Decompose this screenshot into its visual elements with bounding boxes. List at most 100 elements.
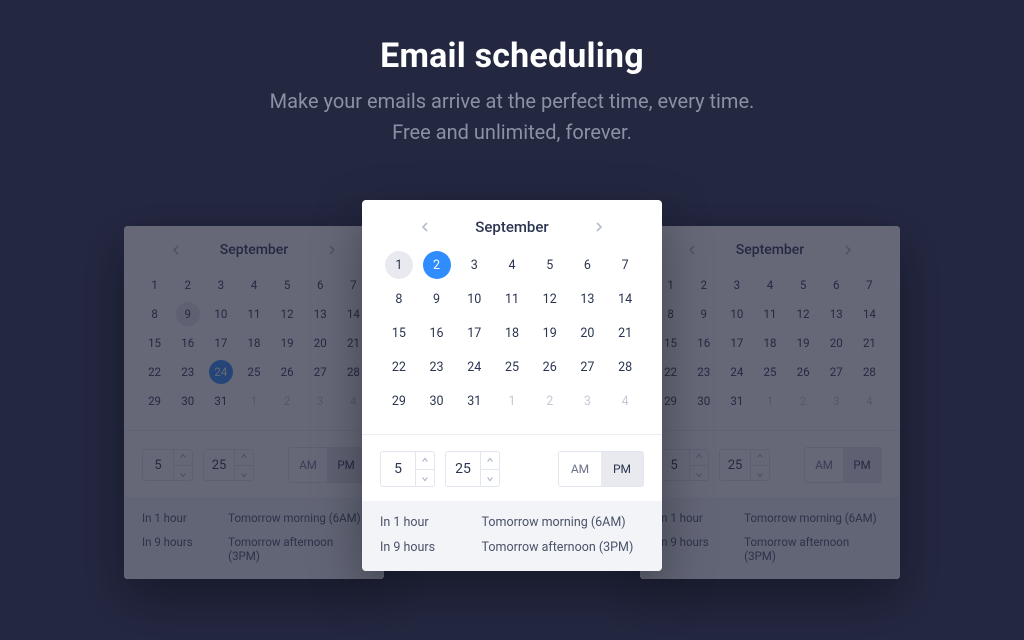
- calendar-day[interactable]: 1: [508, 386, 515, 416]
- calendar-day[interactable]: 3: [833, 388, 839, 414]
- chevron-left-icon[interactable]: [168, 242, 184, 258]
- calendar-day[interactable]: 28: [863, 359, 876, 385]
- quick-tomorrow-afternoon[interactable]: Tomorrow afternoon (3PM): [228, 535, 366, 563]
- calendar-day[interactable]: 7: [350, 272, 356, 298]
- calendar-day[interactable]: 2: [423, 251, 451, 279]
- calendar-day[interactable]: 25: [505, 352, 519, 382]
- calendar-day[interactable]: 7: [866, 272, 872, 298]
- caret-down-icon[interactable]: [174, 465, 192, 481]
- caret-down-icon[interactable]: [416, 469, 434, 487]
- quick-in-9-hours[interactable]: In 9 hours: [380, 540, 482, 555]
- calendar-day[interactable]: 28: [618, 352, 632, 382]
- calendar-day[interactable]: 28: [347, 359, 360, 385]
- calendar-day[interactable]: 5: [546, 250, 553, 280]
- caret-up-icon[interactable]: [416, 451, 434, 469]
- chevron-right-icon[interactable]: [591, 219, 607, 235]
- calendar-day[interactable]: 3: [734, 272, 740, 298]
- hour-stepper[interactable]: 5: [658, 449, 709, 481]
- caret-down-icon[interactable]: [235, 465, 253, 481]
- calendar-day[interactable]: 7: [622, 250, 629, 280]
- calendar-day[interactable]: 16: [697, 330, 710, 356]
- calendar-day[interactable]: 25: [764, 359, 777, 385]
- quick-tomorrow-morning[interactable]: Tomorrow morning (6AM): [744, 511, 882, 525]
- minute-stepper[interactable]: 25: [719, 449, 770, 481]
- calendar-day[interactable]: 2: [700, 272, 706, 298]
- am-button[interactable]: AM: [289, 448, 327, 482]
- calendar-day[interactable]: 10: [467, 284, 481, 314]
- calendar-day[interactable]: 19: [543, 318, 557, 348]
- calendar-day[interactable]: 9: [700, 301, 706, 327]
- calendar-day[interactable]: 24: [209, 360, 233, 384]
- calendar-day[interactable]: 6: [584, 250, 591, 280]
- calendar-day[interactable]: 11: [505, 284, 519, 314]
- calendar-day[interactable]: 2: [284, 388, 290, 414]
- calendar-day[interactable]: 14: [863, 301, 876, 327]
- calendar-day[interactable]: 23: [430, 352, 444, 382]
- quick-in-1-hour[interactable]: In 1 hour: [658, 511, 744, 525]
- calendar-day[interactable]: 21: [863, 330, 876, 356]
- calendar-day[interactable]: 4: [767, 272, 773, 298]
- calendar-day[interactable]: 22: [664, 359, 677, 385]
- calendar-day[interactable]: 26: [797, 359, 810, 385]
- hour-stepper[interactable]: 5: [142, 449, 193, 481]
- calendar-day[interactable]: 4: [508, 250, 515, 280]
- caret-up-icon[interactable]: [235, 449, 253, 465]
- calendar-day[interactable]: 19: [797, 330, 810, 356]
- quick-in-9-hours[interactable]: In 9 hours: [658, 535, 744, 563]
- caret-up-icon[interactable]: [690, 449, 708, 465]
- calendar-day[interactable]: 1: [251, 388, 257, 414]
- calendar-day[interactable]: 31: [730, 388, 743, 414]
- calendar-day[interactable]: 8: [395, 284, 402, 314]
- calendar-day[interactable]: 3: [218, 272, 224, 298]
- calendar-day[interactable]: 29: [392, 386, 406, 416]
- calendar-day[interactable]: 25: [248, 359, 261, 385]
- calendar-day[interactable]: 11: [248, 301, 261, 327]
- calendar-day[interactable]: 18: [248, 330, 261, 356]
- caret-down-icon[interactable]: [481, 469, 499, 487]
- quick-in-1-hour[interactable]: In 1 hour: [380, 515, 482, 530]
- calendar-day[interactable]: 4: [251, 272, 257, 298]
- calendar-day[interactable]: 5: [284, 272, 290, 298]
- caret-up-icon[interactable]: [481, 451, 499, 469]
- calendar-day[interactable]: 30: [181, 388, 194, 414]
- caret-down-icon[interactable]: [751, 465, 769, 481]
- calendar-day[interactable]: 1: [385, 251, 413, 279]
- am-button[interactable]: AM: [559, 452, 601, 486]
- calendar-day[interactable]: 3: [584, 386, 591, 416]
- chevron-left-icon[interactable]: [417, 219, 433, 235]
- calendar-day[interactable]: 12: [797, 301, 810, 327]
- calendar-day[interactable]: 29: [664, 388, 677, 414]
- calendar-day[interactable]: 13: [314, 301, 327, 327]
- calendar-day[interactable]: 23: [697, 359, 710, 385]
- quick-tomorrow-morning[interactable]: Tomorrow morning (6AM): [482, 515, 644, 530]
- minute-stepper[interactable]: 25: [203, 449, 254, 481]
- calendar-day[interactable]: 21: [618, 318, 632, 348]
- calendar-day[interactable]: 29: [148, 388, 161, 414]
- calendar-day[interactable]: 1: [151, 272, 157, 298]
- calendar-day[interactable]: 24: [730, 359, 743, 385]
- calendar-day[interactable]: 20: [580, 318, 594, 348]
- chevron-right-icon[interactable]: [840, 242, 856, 258]
- calendar-day[interactable]: 18: [764, 330, 777, 356]
- calendar-day[interactable]: 19: [281, 330, 294, 356]
- calendar-day[interactable]: 16: [430, 318, 444, 348]
- calendar-day[interactable]: 2: [184, 272, 190, 298]
- calendar-day[interactable]: 16: [181, 330, 194, 356]
- ampm-toggle[interactable]: AM PM: [804, 447, 882, 483]
- calendar-day[interactable]: 11: [764, 301, 777, 327]
- calendar-day[interactable]: 8: [667, 301, 673, 327]
- calendar-day[interactable]: 30: [697, 388, 710, 414]
- calendar-day[interactable]: 6: [317, 272, 323, 298]
- calendar-day[interactable]: 23: [181, 359, 194, 385]
- calendar-day[interactable]: 14: [618, 284, 632, 314]
- calendar-day[interactable]: 26: [281, 359, 294, 385]
- caret-up-icon[interactable]: [174, 449, 192, 465]
- calendar-day[interactable]: 30: [430, 386, 444, 416]
- calendar-day[interactable]: 8: [151, 301, 157, 327]
- calendar-day[interactable]: 3: [317, 388, 323, 414]
- calendar-day[interactable]: 13: [580, 284, 594, 314]
- quick-tomorrow-afternoon[interactable]: Tomorrow afternoon (3PM): [482, 540, 644, 555]
- calendar-day[interactable]: 26: [543, 352, 557, 382]
- calendar-day[interactable]: 27: [830, 359, 843, 385]
- calendar-day[interactable]: 4: [622, 386, 629, 416]
